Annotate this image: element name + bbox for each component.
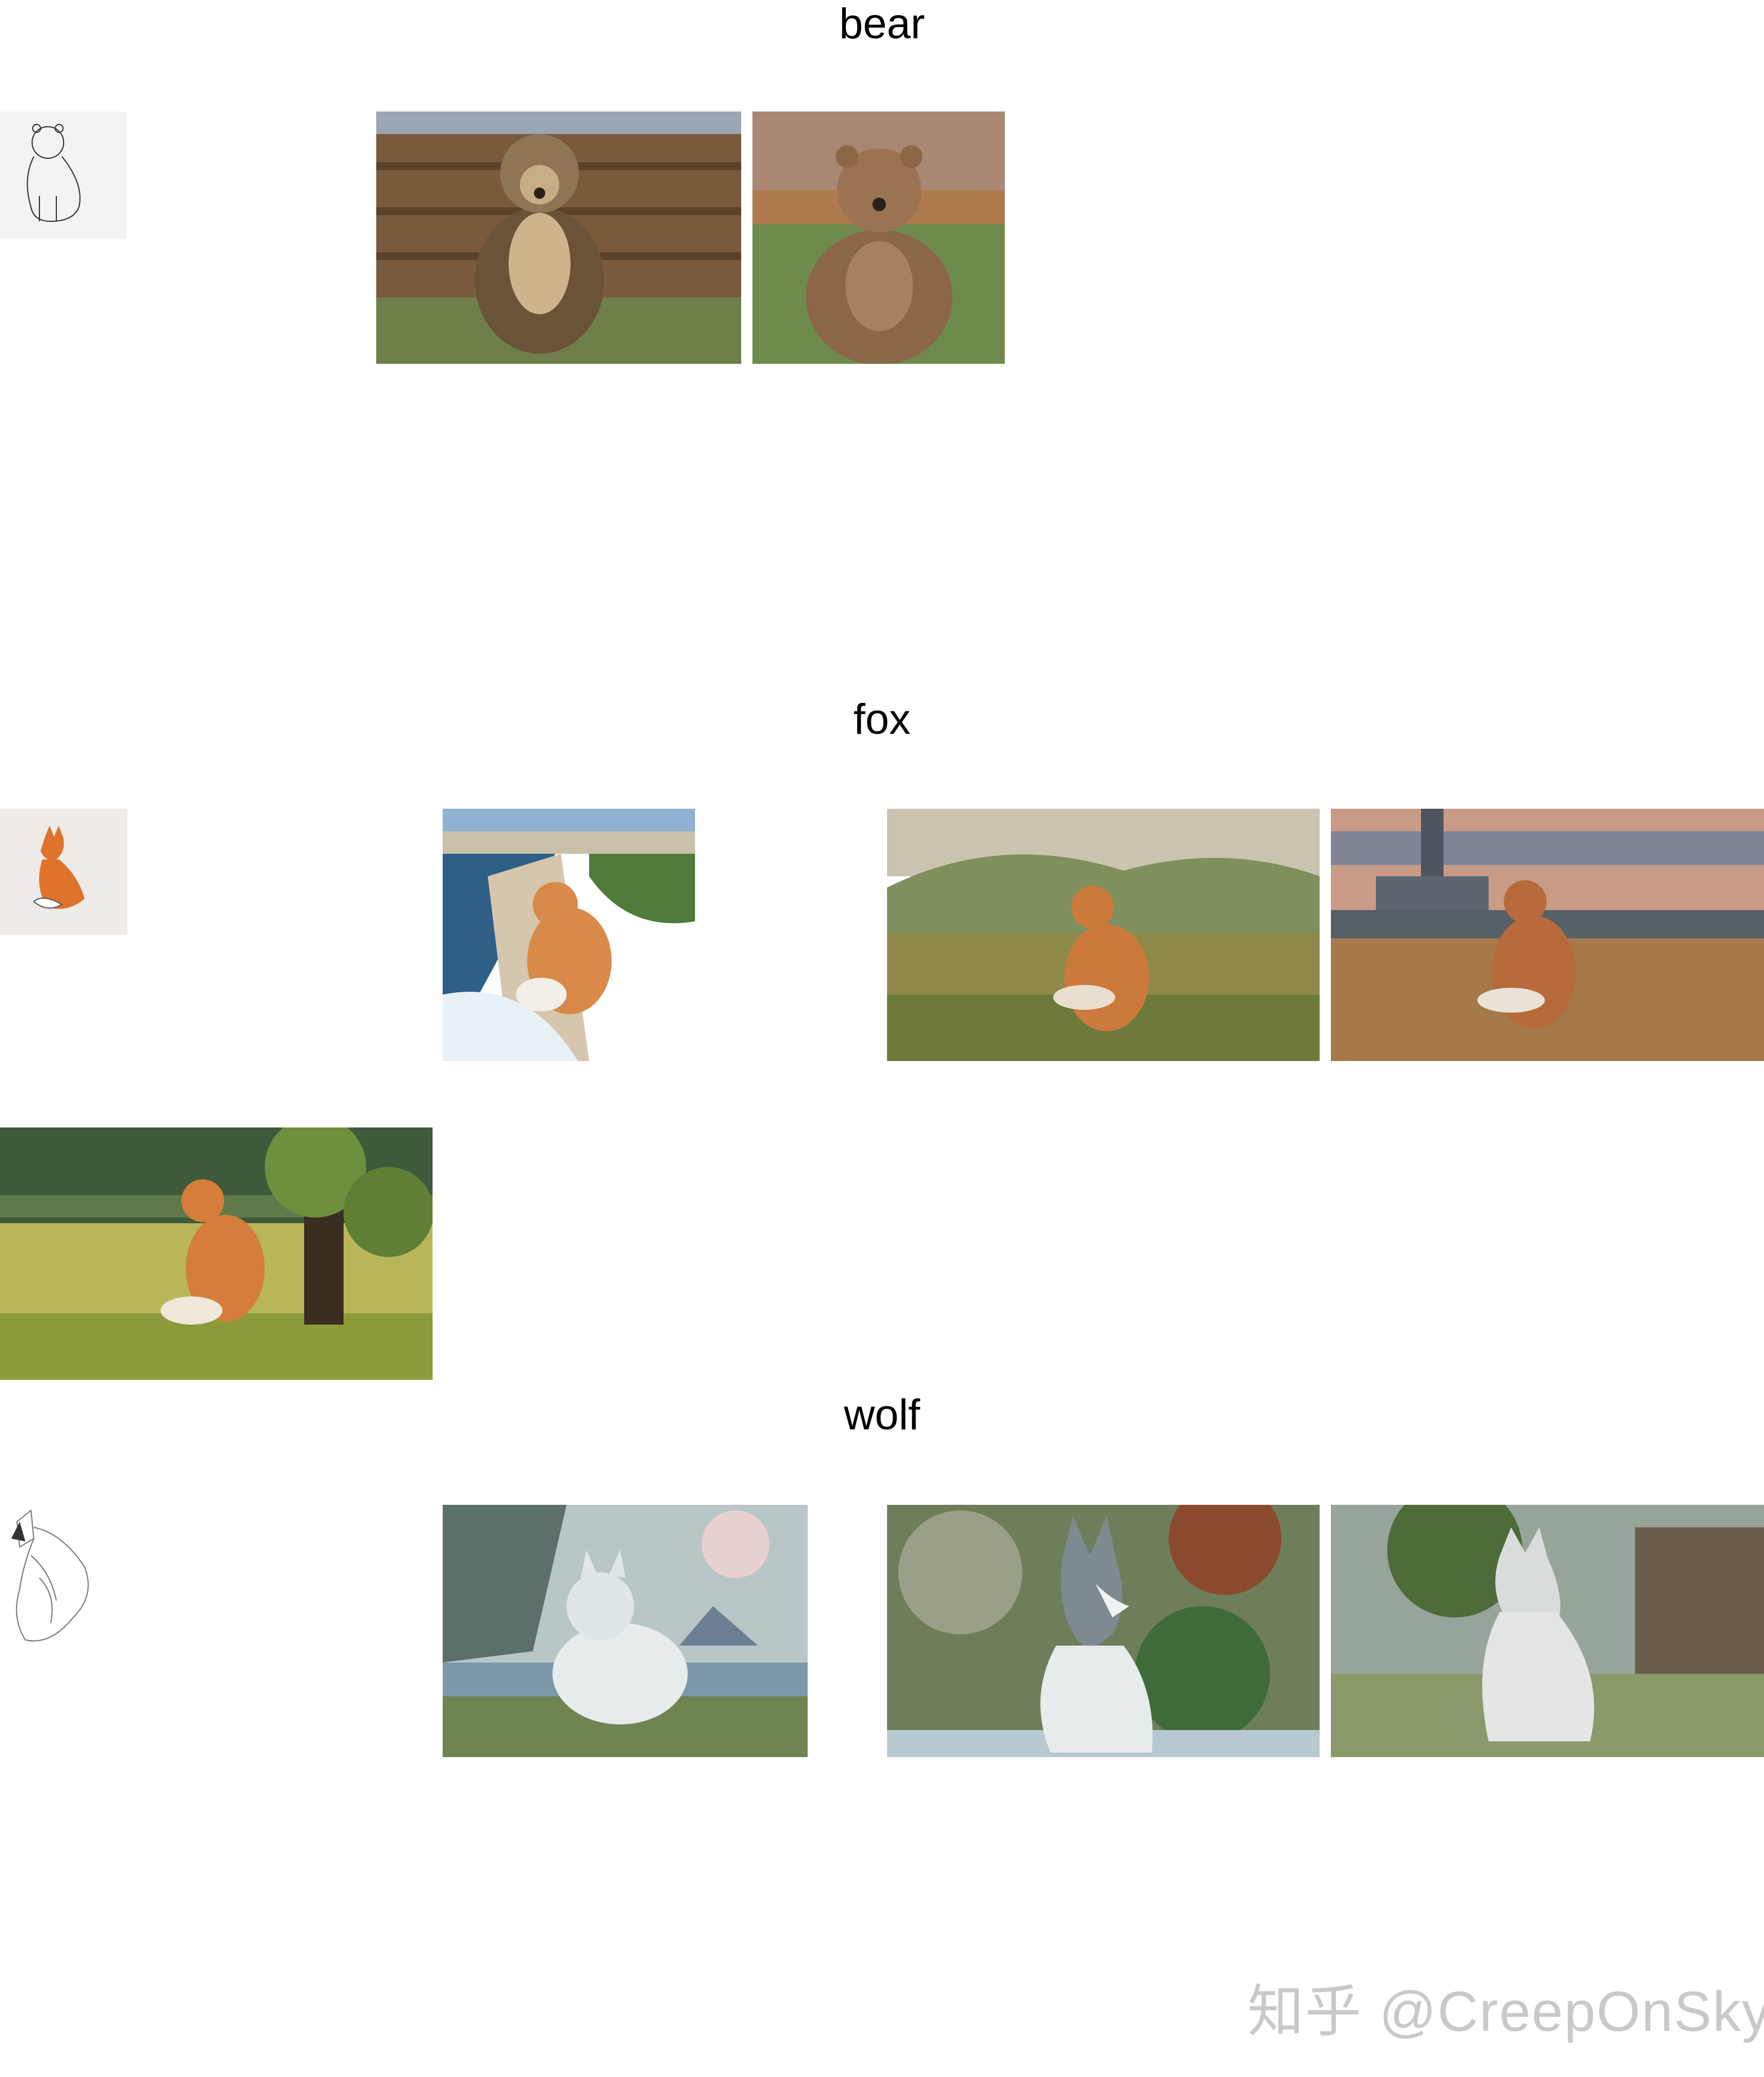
fox-generated-image-1[interactable] <box>443 809 695 1061</box>
watermark-text: 知乎 @CreepOnSky <box>1248 1980 1764 2043</box>
fox-sketch-image[interactable] <box>0 809 127 935</box>
wolf-generated-image-1[interactable] <box>443 1505 808 1757</box>
wolf-generated-image-2[interactable] <box>887 1505 1320 1757</box>
wolf-sketch-image[interactable] <box>0 1505 101 1651</box>
bear-generated-image-1[interactable] <box>376 112 741 364</box>
fox-generated-image-2[interactable] <box>887 809 1320 1061</box>
fox-generated-image-3[interactable] <box>1331 809 1764 1061</box>
fox-generated-image-4[interactable] <box>0 1127 433 1380</box>
section-title-wolf: wolf <box>844 1391 920 1439</box>
section-title-fox: fox <box>853 696 911 743</box>
bear-sketch-image[interactable] <box>0 112 126 239</box>
section-title-bear: bear <box>839 0 925 48</box>
bear-generated-image-2[interactable] <box>752 112 1005 364</box>
wolf-generated-image-3[interactable] <box>1331 1505 1764 1757</box>
